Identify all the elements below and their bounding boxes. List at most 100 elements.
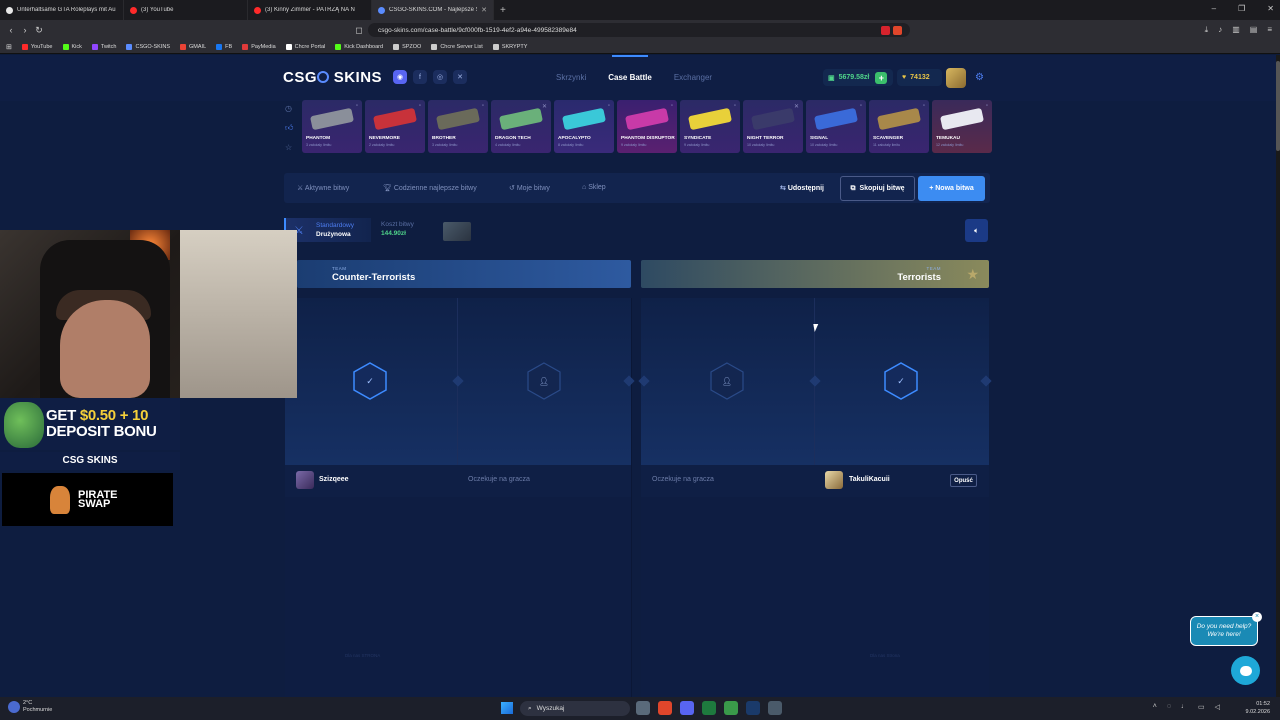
case-card[interactable]: TEMUKAU 12 założały limitu ▫ [932, 100, 992, 153]
browser-tab[interactable]: (3) Kinny Zimmer - PATRZĄ NA N [248, 0, 372, 20]
case-info-icon[interactable]: ▫ [860, 103, 862, 109]
task-view-icon[interactable] [636, 701, 650, 715]
app-icon[interactable] [768, 701, 782, 715]
page-scrollbar[interactable] [1276, 55, 1280, 697]
minimize-icon[interactable]: – [1212, 4, 1216, 13]
settings-gear-icon[interactable]: ⚙ [975, 72, 984, 83]
reload-icon[interactable]: ↻ [32, 25, 46, 36]
remove-case-icon[interactable]: ✕ [794, 103, 799, 110]
bookmark-item[interactable]: Twitch [91, 43, 116, 50]
bookmark-item[interactable]: FB [216, 43, 232, 50]
case-card[interactable]: SCAVENGER 11 założały limitu ▫ [869, 100, 929, 153]
browser-tab[interactable]: Unterhaltsame GTA Roleplays mit Au [0, 0, 124, 20]
deposit-plus-icon[interactable]: + [875, 71, 888, 84]
taskbar-clock[interactable]: 01:52 9.02.2026 [1246, 700, 1270, 716]
battle-case-thumbnail[interactable] [443, 222, 471, 241]
forward-icon[interactable]: › [18, 25, 32, 35]
case-card[interactable]: NIGHT TERROR 10 założały limitu ✕ [743, 100, 803, 153]
player-avatar[interactable] [296, 471, 314, 489]
case-card[interactable]: PHANTOM 3 założały limitu ▫ [302, 100, 362, 153]
taskbar-search[interactable]: ⌕ Wyszukaj [520, 701, 630, 716]
case-info-icon[interactable]: ▫ [482, 103, 484, 109]
nav-exchanger[interactable]: Exchanger [674, 73, 712, 82]
excel-app-icon[interactable] [702, 701, 716, 715]
chat-close-icon[interactable]: × [1252, 612, 1262, 622]
waiting-user-hex-icon[interactable]: 👤︎ [710, 362, 744, 400]
remove-case-icon[interactable]: ✕ [542, 103, 547, 110]
player-name[interactable]: Szizqeee [319, 476, 349, 483]
case-card[interactable]: SYNDICATE 9 założały limitu ▫ [680, 100, 740, 153]
browser-tab[interactable]: (3) YouTube [124, 0, 248, 20]
steam-app-icon[interactable] [746, 701, 760, 715]
star-icon[interactable]: ☆ [285, 143, 293, 152]
waiting-user-hex-icon[interactable]: 👤︎ [527, 362, 561, 400]
case-info-icon[interactable]: ▫ [608, 103, 610, 109]
windows-start-icon[interactable] [501, 702, 513, 714]
thumbs-up-icon[interactable]: 👍︎ [285, 123, 293, 133]
bookmark-item[interactable]: Chcre Server List [431, 43, 483, 50]
close-window-icon[interactable]: ✕ [1267, 4, 1274, 13]
clock-icon[interactable]: ◷ [285, 104, 293, 113]
case-info-icon[interactable]: ▫ [923, 103, 925, 109]
sound-toggle-button[interactable]: 🔈︎ [965, 219, 988, 242]
chat-help-bubble[interactable]: Do you need help? We're here! [1190, 616, 1258, 646]
chat-open-button[interactable] [1231, 656, 1260, 685]
bookmark-item[interactable]: SKRYPTY [492, 43, 527, 50]
nav-cases[interactable]: Skrzynki [556, 73, 586, 82]
brave-app-icon[interactable] [658, 701, 672, 715]
copy-battle-button[interactable]: ⧉ Skopiuj bitwę [840, 176, 915, 201]
tray-chevron-icon[interactable]: ˄ [1153, 703, 1157, 711]
case-info-icon[interactable]: ▫ [734, 103, 736, 109]
leave-battle-button[interactable]: Opuść [950, 474, 977, 487]
site-logo[interactable]: CSG SKINS [283, 69, 382, 86]
case-info-icon[interactable]: ▫ [671, 103, 673, 109]
discord-icon[interactable]: ◉ [393, 70, 407, 84]
nav-case-battle[interactable]: Case Battle [608, 55, 652, 82]
case-card[interactable]: DRAGON TECH 4 założały limitu ✕ [491, 100, 551, 153]
volume-icon[interactable]: ◁ [1215, 703, 1220, 711]
music-icon[interactable]: ♪ [1218, 25, 1222, 35]
new-tab-button[interactable]: + [500, 5, 506, 16]
facebook-icon[interactable]: f [413, 70, 427, 84]
brave-rewards-icon[interactable] [881, 25, 890, 35]
player-avatar[interactable] [825, 471, 843, 489]
bookmark-item[interactable]: PayMedia [242, 43, 276, 50]
weather-widget[interactable]: 2°C Pochmurnie [8, 700, 52, 714]
case-card[interactable]: APOCALYPTO 8 założały limitu ▫ [554, 100, 614, 153]
bookmark-icon[interactable]: ◻ [352, 25, 366, 36]
bookmark-item[interactable]: CSGO-SKINS [126, 43, 170, 50]
wallet-icon[interactable]: ▤ [1250, 25, 1258, 35]
new-battle-button[interactable]: + Nowa bitwa [918, 176, 985, 201]
brave-shields-icon[interactable] [893, 25, 902, 35]
chrome-app-icon[interactable] [724, 701, 738, 715]
case-info-icon[interactable]: ▫ [986, 103, 988, 109]
bookmark-item[interactable]: SPZOO [393, 43, 421, 50]
player-name[interactable]: TakuliKacuii [849, 476, 890, 483]
case-card[interactable]: BROTHER 3 założały limitu ▫ [428, 100, 488, 153]
deposit-bonus-ad[interactable]: GET $0.50 + 10 DEPOSIT BONU [0, 398, 180, 450]
sidebar-icon[interactable]: ▥ [1232, 25, 1240, 35]
case-card[interactable]: NEVERMORE 2 założały limitu ▫ [365, 100, 425, 153]
user-avatar[interactable] [946, 68, 966, 88]
network-icon[interactable]: ▭ [1198, 703, 1205, 711]
balance-display[interactable]: ▣ 5679.58zł + [823, 69, 893, 86]
bookmark-item[interactable]: YouTube [21, 43, 53, 50]
case-info-icon[interactable]: ▫ [419, 103, 421, 109]
browser-tab[interactable]: CSGO-SKINS.COM - Najlepsze Sk ✕ [372, 0, 494, 20]
x-icon[interactable]: ✕ [453, 70, 467, 84]
instagram-icon[interactable]: ◎ [433, 70, 447, 84]
back-icon[interactable]: ‹ [4, 25, 18, 35]
maximize-icon[interactable]: ❐ [1238, 4, 1245, 13]
url-input[interactable]: csgo-skins.com/case-battle/9cf000fb-1519… [368, 23, 910, 37]
menu-icon[interactable]: ≡ [1267, 25, 1272, 35]
download-icon[interactable]: ⤓ [1205, 25, 1209, 35]
bookmark-item[interactable]: Chcre Portal [285, 43, 325, 50]
bookmark-item[interactable]: Kick Dashboard [335, 43, 383, 50]
shop-link[interactable]: ⌂ Sklep [582, 184, 606, 191]
close-tab-icon[interactable]: ✕ [481, 6, 487, 14]
case-card[interactable]: SIGNAL 10 założały limitu ▫ [806, 100, 866, 153]
mic-icon[interactable]: ♩ [1181, 703, 1188, 711]
share-button[interactable]: ⇆ Udostępnij [780, 184, 824, 192]
coins-display[interactable]: ♥ 74132 [897, 69, 942, 86]
wifi-icon[interactable]: ◌ [1167, 703, 1171, 711]
